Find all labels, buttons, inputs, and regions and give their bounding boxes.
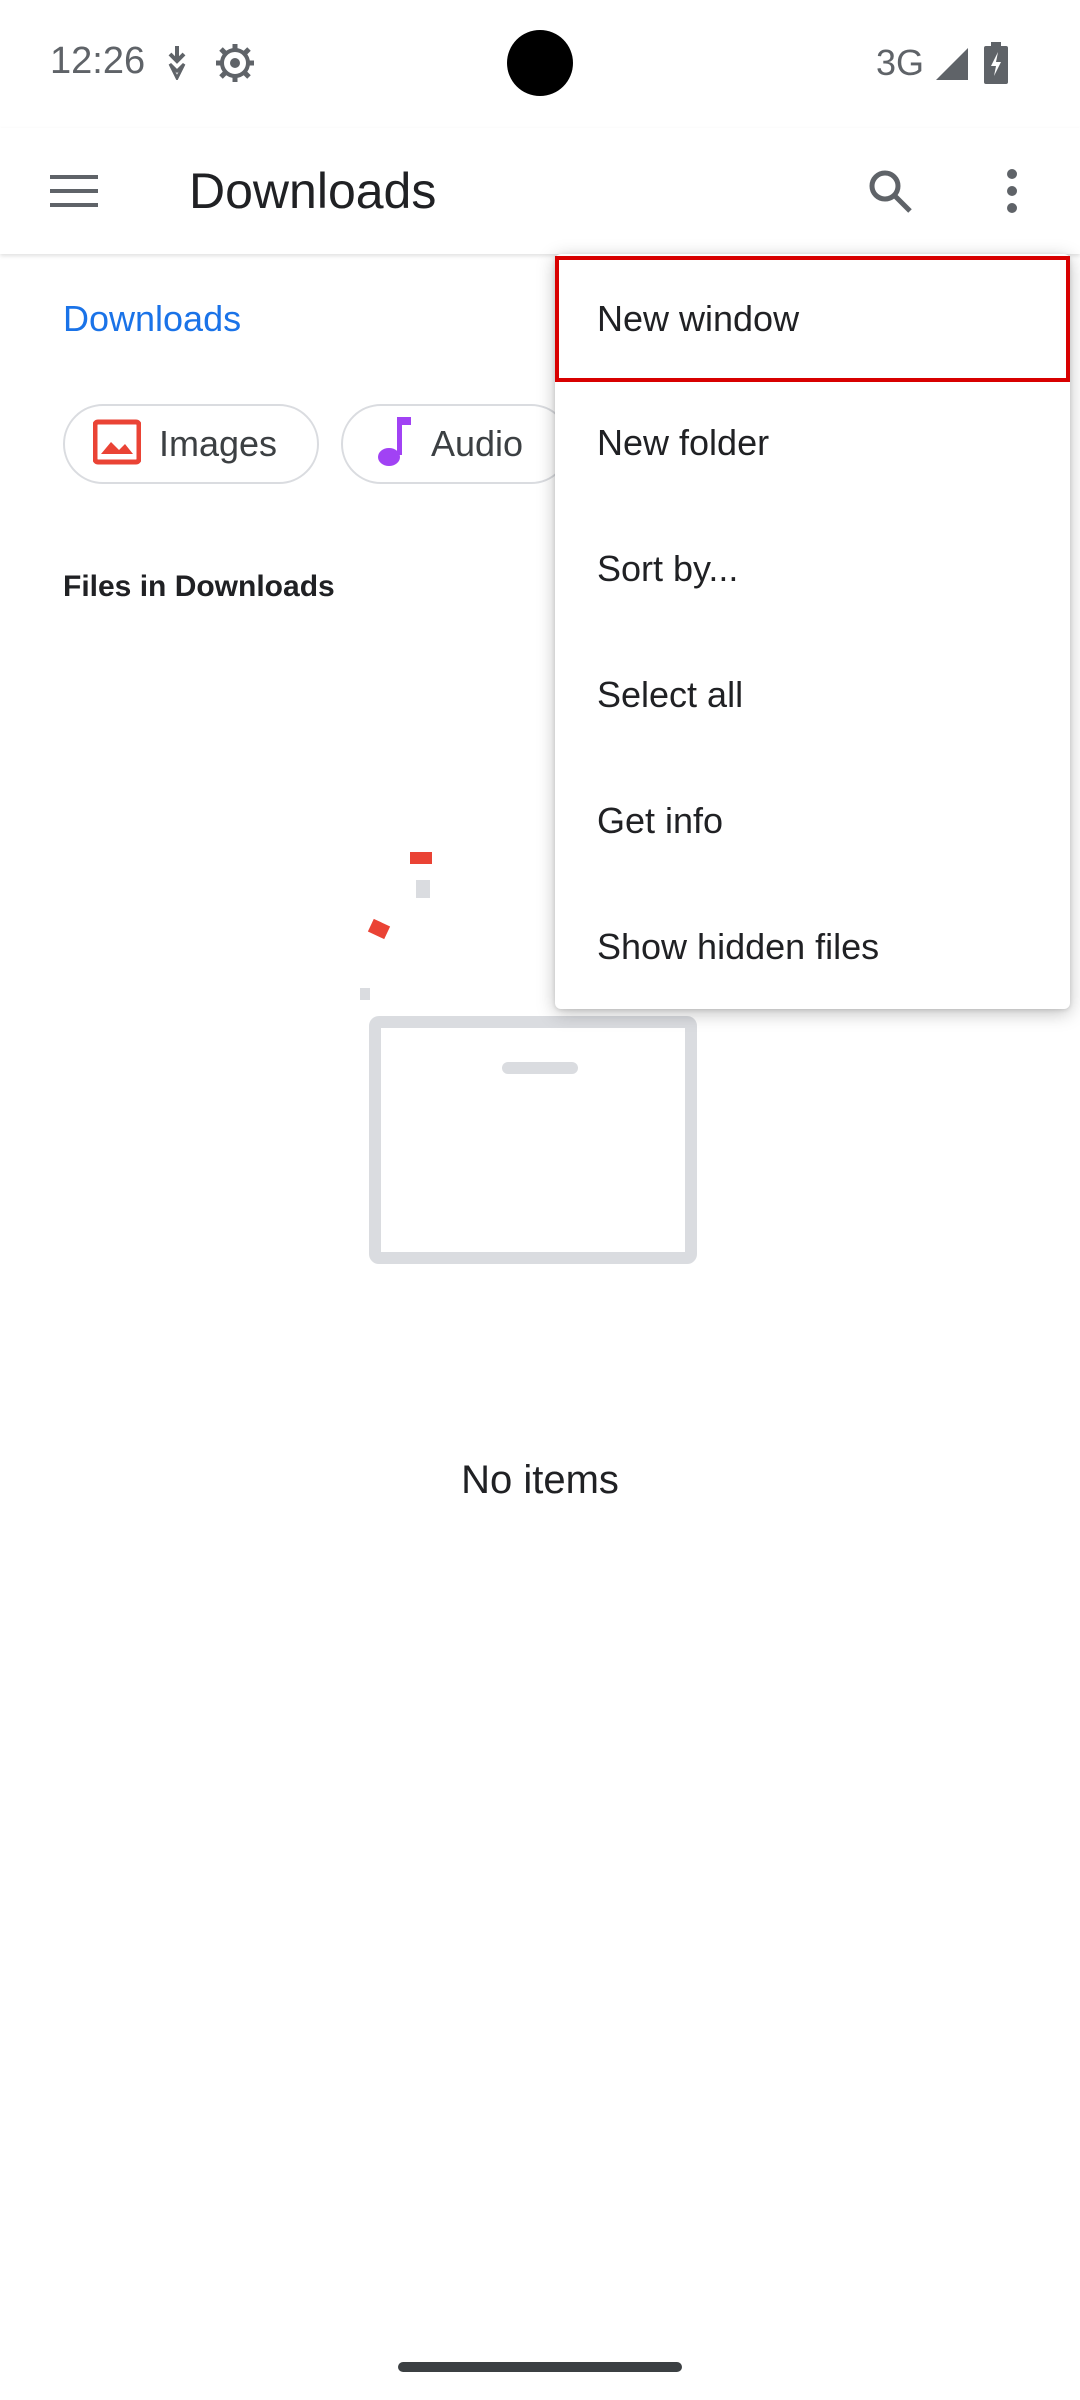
page-title: Downloads bbox=[189, 163, 437, 219]
overflow-menu: New window New folder Sort by... Select … bbox=[555, 254, 1070, 1009]
chip-label: Images bbox=[159, 423, 278, 464]
breadcrumb[interactable]: Downloads bbox=[63, 298, 241, 340]
app-bar: Downloads bbox=[0, 128, 1080, 254]
battery-charging-icon bbox=[984, 42, 1008, 89]
gesture-nav-handle[interactable] bbox=[398, 2362, 682, 2372]
chip-images[interactable]: Images bbox=[63, 404, 319, 484]
network-label: 3G bbox=[876, 42, 925, 83]
signal-icon bbox=[934, 46, 970, 87]
settings-status-icon bbox=[214, 42, 256, 89]
menu-item-select-all[interactable]: Select all bbox=[555, 632, 1070, 758]
status-bar: 12:26 3G bbox=[0, 0, 1080, 128]
screen: 12:26 3G Downloads Downloads Images Audi… bbox=[0, 0, 1080, 2400]
menu-icon[interactable] bbox=[24, 141, 124, 241]
download-status-icon bbox=[162, 44, 192, 85]
chip-audio[interactable]: Audio bbox=[341, 404, 571, 484]
search-icon[interactable] bbox=[840, 141, 940, 241]
menu-item-show-hidden-files[interactable]: Show hidden files bbox=[555, 884, 1070, 1010]
empty-state-text: No items bbox=[461, 1458, 619, 1502]
menu-item-sort-by[interactable]: Sort by... bbox=[555, 506, 1070, 632]
menu-item-new-window[interactable]: New window bbox=[555, 256, 1070, 382]
image-icon bbox=[92, 418, 142, 471]
music-note-icon bbox=[373, 415, 413, 474]
menu-item-new-folder[interactable]: New folder bbox=[555, 380, 1070, 506]
status-time: 12:26 bbox=[50, 40, 146, 82]
section-label: Files in Downloads bbox=[63, 570, 335, 603]
more-vert-icon[interactable] bbox=[962, 141, 1062, 241]
menu-item-get-info[interactable]: Get info bbox=[555, 758, 1070, 884]
chip-label: Audio bbox=[431, 423, 524, 464]
camera-cutout bbox=[507, 30, 573, 96]
